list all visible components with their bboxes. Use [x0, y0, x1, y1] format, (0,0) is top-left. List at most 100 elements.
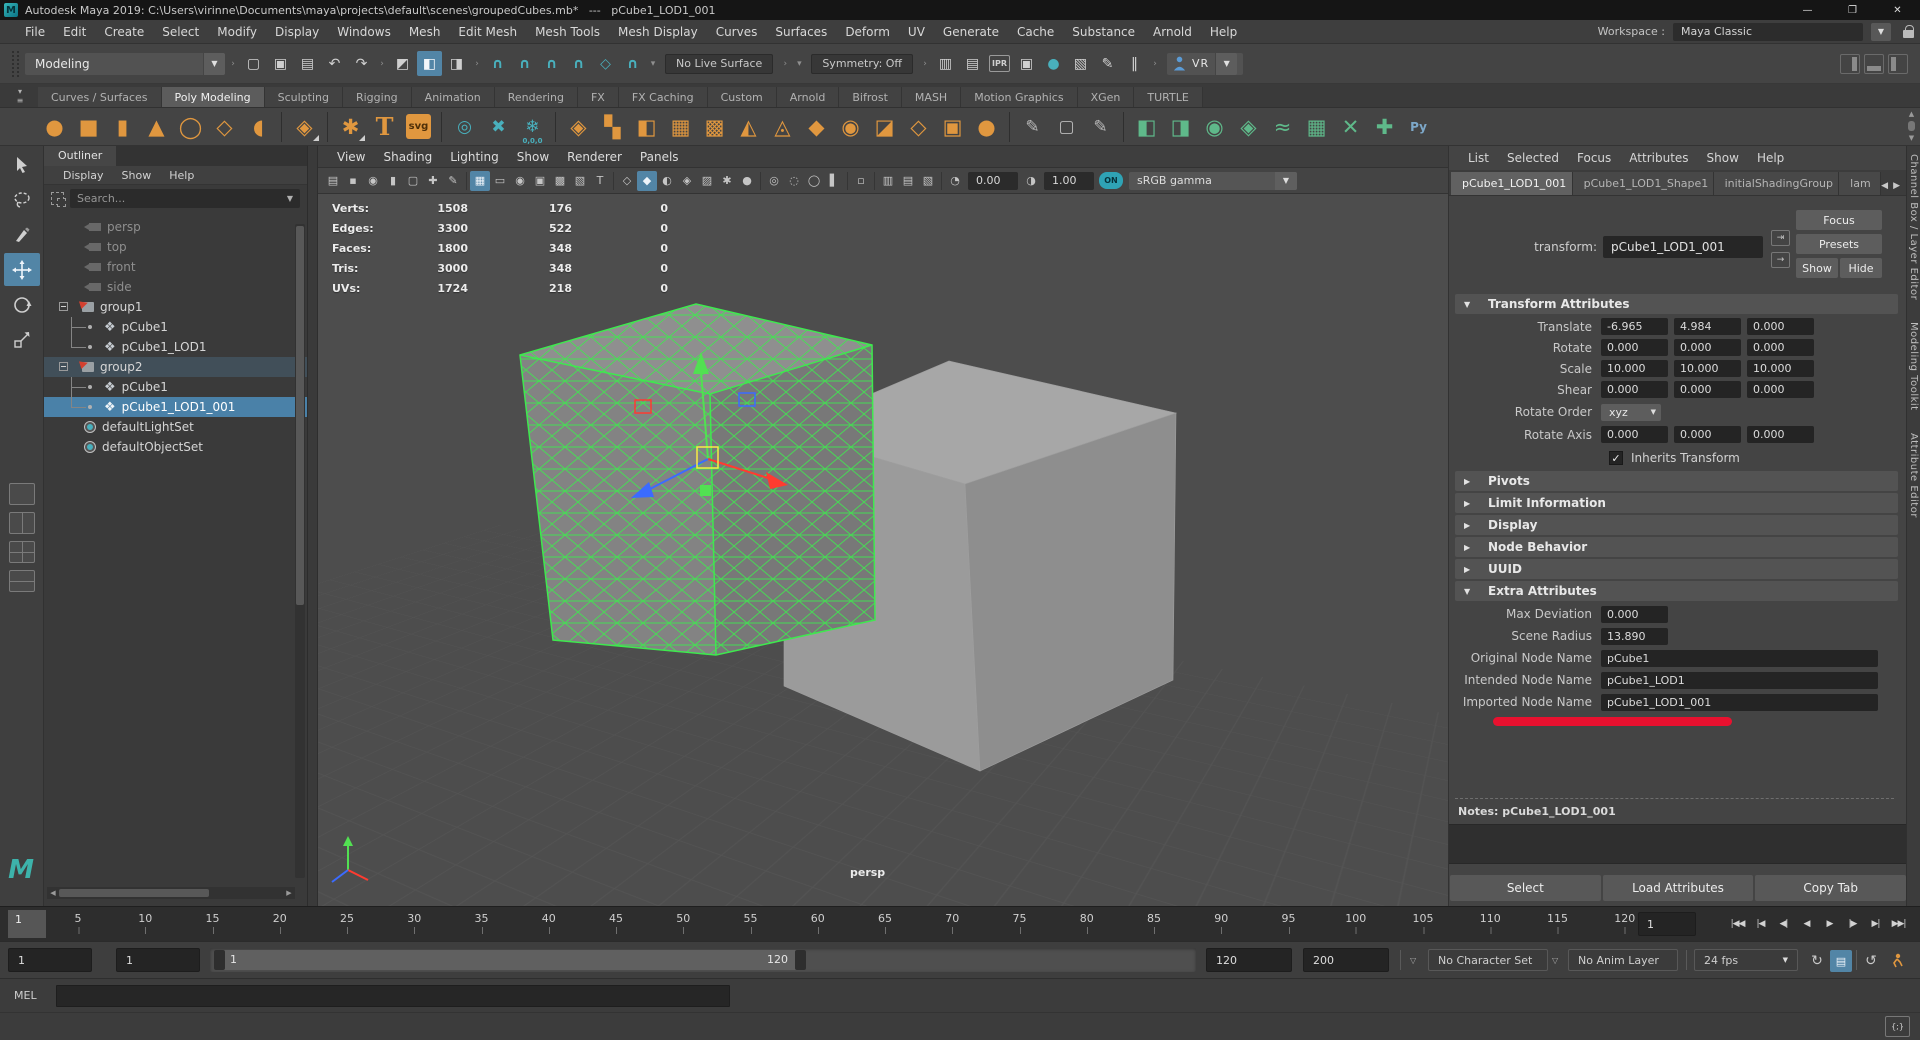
step-forward-frame-button[interactable]: |▶: [1841, 909, 1864, 939]
python-icon-icon[interactable]: Py: [1402, 110, 1435, 143]
hide-button[interactable]: Hide: [1840, 258, 1882, 278]
menu-generate[interactable]: Generate: [934, 25, 1008, 39]
step-back-key-button[interactable]: |◀: [1749, 909, 1772, 939]
playback-end-field[interactable]: 120: [1206, 948, 1292, 972]
attribute-field[interactable]: 13.890: [1601, 628, 1668, 645]
shelf-tab-custom[interactable]: Custom: [708, 87, 777, 107]
resolution-gate-icon[interactable]: ◉: [510, 171, 530, 191]
material-override-icon[interactable]: ▨: [697, 171, 717, 191]
field-chart-icon[interactable]: ▩: [550, 171, 570, 191]
time-slider[interactable]: 1 1 |◀◀|◀◀|◀▶|▶▶|▶▶| 5101520253035404550…: [0, 906, 1920, 941]
load-attributes-button[interactable]: Load Attributes: [1603, 875, 1754, 901]
viewport-menu-renderer[interactable]: Renderer: [558, 150, 631, 164]
attribute-field[interactable]: 0.000: [1747, 339, 1814, 356]
shelf-tab-animation[interactable]: Animation: [412, 87, 495, 107]
range-start-handle[interactable]: [214, 950, 225, 970]
shelf-scrollbar[interactable]: ▲▼: [1905, 108, 1918, 144]
toggle-attribute-editor-icon[interactable]: [1840, 54, 1860, 74]
wireframe-icon[interactable]: ◇: [617, 171, 637, 191]
outliner-item-side[interactable]: side: [44, 277, 307, 297]
new-scene-icon[interactable]: ▢: [241, 51, 266, 76]
colorspace-arrow-icon[interactable]: ▼: [1275, 172, 1297, 190]
automatic-mapping-icon[interactable]: ◈: [1232, 110, 1265, 143]
expand-collapse-icon[interactable]: [59, 362, 68, 371]
contrast-icon[interactable]: ◑: [1021, 171, 1041, 191]
status-separator[interactable]: ›: [376, 51, 388, 77]
playback-loop-icon[interactable]: ↻: [1806, 950, 1828, 972]
exposure-icon[interactable]: ◔: [945, 171, 965, 191]
safe-action-icon[interactable]: ▧: [570, 171, 590, 191]
xray-icon[interactable]: ▥: [878, 171, 898, 191]
shelf-tab-sculpting[interactable]: Sculpting: [265, 87, 343, 107]
panel-splitter[interactable]: [308, 146, 318, 906]
range-slider-range[interactable]: 1 120: [214, 950, 806, 970]
outliner-item-pcube1[interactable]: ❖pCube1: [44, 377, 307, 397]
boolean-icon[interactable]: ◉: [834, 110, 867, 143]
shelf-tab-bifrost[interactable]: Bifrost: [839, 87, 902, 107]
multi-cut-icon[interactable]: ◪: [868, 110, 901, 143]
depth-of-field-icon[interactable]: ▌: [824, 171, 844, 191]
command-language-toggle[interactable]: MEL: [14, 989, 37, 1002]
animation-end-field[interactable]: 200: [1303, 948, 1389, 972]
anim-layer-dropdown[interactable]: No Anim Layer: [1568, 949, 1678, 971]
command-input[interactable]: [56, 985, 730, 1007]
paint-select-tool[interactable]: [4, 218, 40, 251]
attribute-field[interactable]: 4.984: [1674, 318, 1741, 335]
undo-icon[interactable]: ↶: [322, 51, 347, 76]
menu-arnold[interactable]: Arnold: [1144, 25, 1201, 39]
outliner-menu-display[interactable]: Display: [54, 169, 113, 182]
poly-cube-icon[interactable]: ■: [72, 110, 105, 143]
menu-curves[interactable]: Curves: [707, 25, 767, 39]
layout-split-horizontal-button[interactable]: [9, 570, 35, 592]
planar-mapping-icon[interactable]: ◧: [1130, 110, 1163, 143]
attribute-field[interactable]: 0.000: [1601, 606, 1668, 623]
bridge-icon[interactable]: ◬: [766, 110, 799, 143]
viewport-menu-panels[interactable]: Panels: [631, 150, 688, 164]
hypershade-icon[interactable]: ●: [1041, 51, 1066, 76]
character-set-menu-icon[interactable]: ▽: [1410, 956, 1416, 965]
ae-tab-lam[interactable]: lam: [1839, 172, 1881, 195]
save-scene-icon[interactable]: ▤: [295, 51, 320, 76]
textured-icon[interactable]: ◈: [677, 171, 697, 191]
outliner-item-top[interactable]: top: [44, 237, 307, 257]
menu-modify[interactable]: Modify: [208, 25, 266, 39]
menu-windows[interactable]: Windows: [328, 25, 400, 39]
step-back-frame-button[interactable]: ◀|: [1772, 909, 1795, 939]
make-live-icon[interactable]: ∩: [620, 51, 645, 76]
section-header-uuid[interactable]: ▶UUID: [1455, 559, 1898, 579]
super-shape-icon[interactable]: ✱: [334, 110, 367, 143]
poly-torus-icon[interactable]: ◯: [174, 110, 207, 143]
center-pivot-icon[interactable]: ◎: [448, 110, 481, 143]
attribute-field[interactable]: 10.000: [1747, 360, 1814, 377]
menu-select[interactable]: Select: [153, 25, 208, 39]
select-object-icon[interactable]: ◧: [417, 51, 442, 76]
poly-plane-icon[interactable]: ◇: [208, 110, 241, 143]
status-separator[interactable]: ▾: [647, 51, 659, 77]
ae-menu-list[interactable]: List: [1459, 151, 1498, 165]
extrude-icon[interactable]: ◭: [732, 110, 765, 143]
range-slider-groove[interactable]: 1 120: [210, 948, 1196, 972]
pause-icon[interactable]: ‖: [1122, 51, 1147, 76]
attribute-field[interactable]: pCube1: [1601, 650, 1878, 667]
snap-to-point-icon[interactable]: ∩: [539, 51, 564, 76]
window-close-button[interactable]: ✕: [1875, 0, 1920, 20]
shelf-tab-motion-graphics[interactable]: Motion Graphics: [961, 87, 1077, 107]
layout-four-pane-button[interactable]: [9, 541, 35, 563]
ae-tab-pcube1-lod1-001[interactable]: pCube1_LOD1_001: [1451, 172, 1573, 195]
outliner-item-defaultobjectset[interactable]: defaultObjectSet: [44, 437, 307, 457]
character-set-dropdown[interactable]: No Character Set: [1428, 949, 1548, 971]
section-header-node-behavior[interactable]: ▶Node Behavior: [1455, 537, 1898, 557]
cut-uv-edges-icon[interactable]: ✕: [1334, 110, 1367, 143]
expand-collapse-icon[interactable]: [59, 302, 68, 311]
menu-surfaces[interactable]: Surfaces: [766, 25, 836, 39]
scroll-up-icon[interactable]: ▲: [1909, 110, 1914, 118]
play-forwards-button[interactable]: ▶: [1818, 909, 1841, 939]
step-forward-key-button[interactable]: ▶|: [1864, 909, 1887, 939]
gamma-field[interactable]: 1.00: [1044, 172, 1094, 190]
layout-single-pane-button[interactable]: [9, 483, 35, 505]
outliner-item-group1[interactable]: group1: [44, 297, 307, 317]
render-current-frame-icon[interactable]: ▤: [960, 51, 985, 76]
attribute-field[interactable]: -6.965: [1601, 318, 1668, 335]
two-d-pan-zoom-icon[interactable]: ✚: [423, 171, 443, 191]
film-gate-icon[interactable]: ▭: [490, 171, 510, 191]
